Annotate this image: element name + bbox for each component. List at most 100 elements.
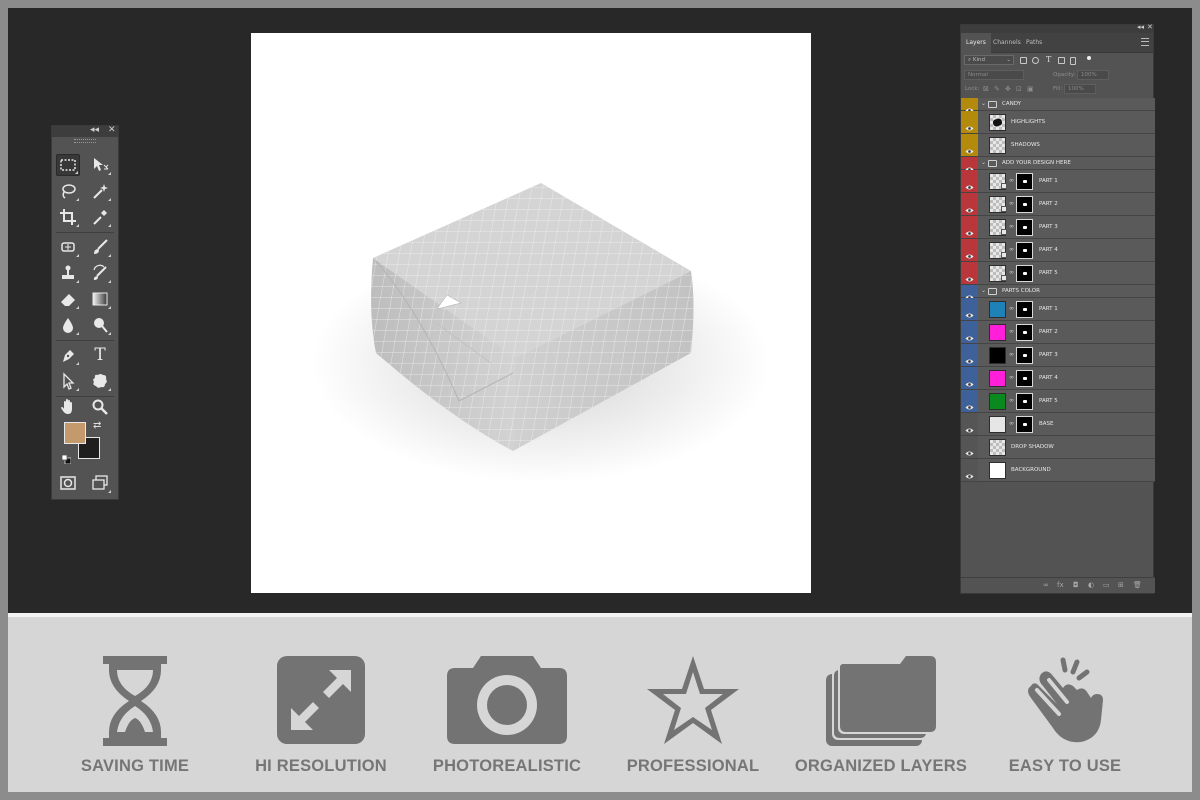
- custom-shape-icon[interactable]: [88, 370, 112, 392]
- layer-thumbnail[interactable]: [989, 347, 1006, 364]
- visibility-eye-icon[interactable]: [965, 141, 974, 154]
- mask-link-icon[interactable]: ∞: [1009, 269, 1014, 276]
- layer-thumbnail[interactable]: [989, 137, 1006, 154]
- spot-healing-icon[interactable]: [56, 236, 80, 258]
- layer-thumbnail[interactable]: [989, 416, 1006, 433]
- type-icon[interactable]: T: [88, 344, 112, 366]
- new-group-icon[interactable]: ▭: [1103, 581, 1110, 589]
- layer-row[interactable]: ∞ PART 5: [961, 262, 1155, 285]
- eyedropper-icon[interactable]: [88, 206, 112, 228]
- layer-row[interactable]: ∞ PART 3: [961, 344, 1155, 367]
- layer-thumbnail[interactable]: [989, 439, 1006, 456]
- visibility-eye-icon[interactable]: [965, 374, 974, 387]
- layer-group-row[interactable]: ⌄ CANDY: [961, 98, 1155, 113]
- layer-mask-thumbnail[interactable]: [1016, 370, 1033, 387]
- visibility-eye-icon[interactable]: [965, 466, 974, 479]
- screen-mode-icon[interactable]: [88, 472, 112, 494]
- mask-link-icon[interactable]: ∞: [1009, 420, 1014, 427]
- layer-thumbnail[interactable]: [989, 114, 1006, 131]
- layer-row[interactable]: SHADOWS: [961, 134, 1155, 157]
- mask-link-icon[interactable]: ∞: [1009, 305, 1014, 312]
- close-icon[interactable]: ✕: [108, 125, 116, 135]
- layer-mask-thumbnail[interactable]: [1016, 242, 1033, 259]
- panel-menu-icon[interactable]: [1141, 38, 1149, 46]
- filter-kind-select[interactable]: ⌕ Kind ⌄: [964, 55, 1014, 65]
- group-chevron-icon[interactable]: ⌄: [981, 287, 986, 294]
- layer-row[interactable]: ∞ PART 1: [961, 170, 1155, 193]
- filter-pixel-icon[interactable]: [1020, 57, 1027, 64]
- visibility-eye-icon[interactable]: [965, 159, 974, 172]
- layer-row[interactable]: ∞ PART 5: [961, 390, 1155, 413]
- mask-link-icon[interactable]: ∞: [1009, 351, 1014, 358]
- filter-adjustment-icon[interactable]: [1032, 57, 1039, 64]
- document-canvas[interactable]: [251, 33, 811, 593]
- visibility-eye-icon[interactable]: [965, 100, 974, 113]
- lock-position-icon[interactable]: ✥: [1005, 85, 1011, 93]
- collapse-icon[interactable]: ◂◂: [90, 125, 99, 135]
- opacity-input[interactable]: 100%: [1077, 70, 1109, 80]
- lock-transparent-icon[interactable]: ⊠: [983, 85, 989, 93]
- close-icon[interactable]: ✕: [1147, 23, 1153, 31]
- brush-icon[interactable]: [88, 236, 112, 258]
- visibility-eye-icon[interactable]: [965, 397, 974, 410]
- layer-thumbnail[interactable]: [989, 370, 1006, 387]
- visibility-eye-icon[interactable]: [965, 269, 974, 282]
- lock-artboard-icon[interactable]: ⊡: [1016, 85, 1022, 93]
- layer-row[interactable]: ∞ PART 2: [961, 193, 1155, 216]
- lock-all-icon[interactable]: ▣: [1027, 85, 1034, 93]
- layer-style-icon[interactable]: fx: [1057, 581, 1064, 589]
- filter-toggle-icon[interactable]: [1087, 56, 1091, 60]
- visibility-eye-icon[interactable]: [965, 223, 974, 236]
- mask-link-icon[interactable]: ∞: [1009, 223, 1014, 230]
- layer-row[interactable]: BACKGROUND: [961, 459, 1155, 482]
- visibility-eye-icon[interactable]: [965, 443, 974, 456]
- layer-thumbnail[interactable]: [989, 324, 1006, 341]
- delete-layer-icon[interactable]: 🗑: [1133, 581, 1142, 589]
- layer-thumbnail[interactable]: [989, 301, 1006, 318]
- adjustment-layer-icon[interactable]: ◐: [1088, 581, 1094, 589]
- layer-mask-thumbnail[interactable]: [1016, 265, 1033, 282]
- layer-mask-thumbnail[interactable]: [1016, 219, 1033, 236]
- filter-type-icon[interactable]: T: [1046, 55, 1051, 64]
- layer-row[interactable]: ∞ PART 2: [961, 321, 1155, 344]
- zoom-icon[interactable]: [88, 396, 112, 418]
- layer-row[interactable]: ∞ PART 1: [961, 298, 1155, 321]
- tab-paths[interactable]: Paths: [1021, 33, 1047, 53]
- blur-icon[interactable]: [56, 314, 80, 336]
- mask-link-icon[interactable]: ∞: [1009, 246, 1014, 253]
- visibility-eye-icon[interactable]: [965, 246, 974, 259]
- layer-row[interactable]: DROP SHADOW: [961, 436, 1155, 459]
- path-selection-icon[interactable]: [56, 370, 80, 392]
- group-chevron-icon[interactable]: ⌄: [981, 100, 986, 107]
- add-mask-icon[interactable]: ◘: [1073, 581, 1079, 589]
- visibility-eye-icon[interactable]: [965, 305, 974, 318]
- fill-input[interactable]: 100%: [1064, 84, 1096, 94]
- foreground-color-swatch[interactable]: [64, 422, 86, 444]
- layer-mask-thumbnail[interactable]: [1016, 393, 1033, 410]
- mask-link-icon[interactable]: ∞: [1009, 177, 1014, 184]
- mask-link-icon[interactable]: ∞: [1009, 397, 1014, 404]
- layer-mask-thumbnail[interactable]: [1016, 416, 1033, 433]
- clone-stamp-icon[interactable]: [56, 262, 80, 284]
- group-chevron-icon[interactable]: ⌄: [981, 159, 986, 166]
- gradient-icon[interactable]: [88, 288, 112, 310]
- layer-mask-thumbnail[interactable]: [1016, 301, 1033, 318]
- filter-smart-object-icon[interactable]: [1070, 57, 1076, 65]
- lock-image-icon[interactable]: ✎: [994, 85, 1000, 93]
- mask-link-icon[interactable]: ∞: [1009, 374, 1014, 381]
- mask-link-icon[interactable]: ∞: [1009, 200, 1014, 207]
- new-layer-icon[interactable]: ⊞: [1118, 581, 1124, 589]
- quick-mask-icon[interactable]: [56, 472, 80, 494]
- layer-mask-thumbnail[interactable]: [1016, 324, 1033, 341]
- visibility-eye-icon[interactable]: [965, 328, 974, 341]
- layer-mask-thumbnail[interactable]: [1016, 196, 1033, 213]
- move-icon[interactable]: [88, 154, 112, 176]
- layer-row[interactable]: ∞ PART 4: [961, 239, 1155, 262]
- default-colors-icon[interactable]: [61, 451, 72, 465]
- tab-layers[interactable]: Layers: [961, 33, 991, 53]
- tools-panel-grip[interactable]: [52, 137, 118, 143]
- layer-row[interactable]: HIGHLIGHTS: [961, 111, 1155, 134]
- eraser-icon[interactable]: [56, 288, 80, 310]
- blend-mode-select[interactable]: Normal: [964, 70, 1024, 80]
- layer-group-row[interactable]: ⌄ PARTS COLOR: [961, 285, 1155, 300]
